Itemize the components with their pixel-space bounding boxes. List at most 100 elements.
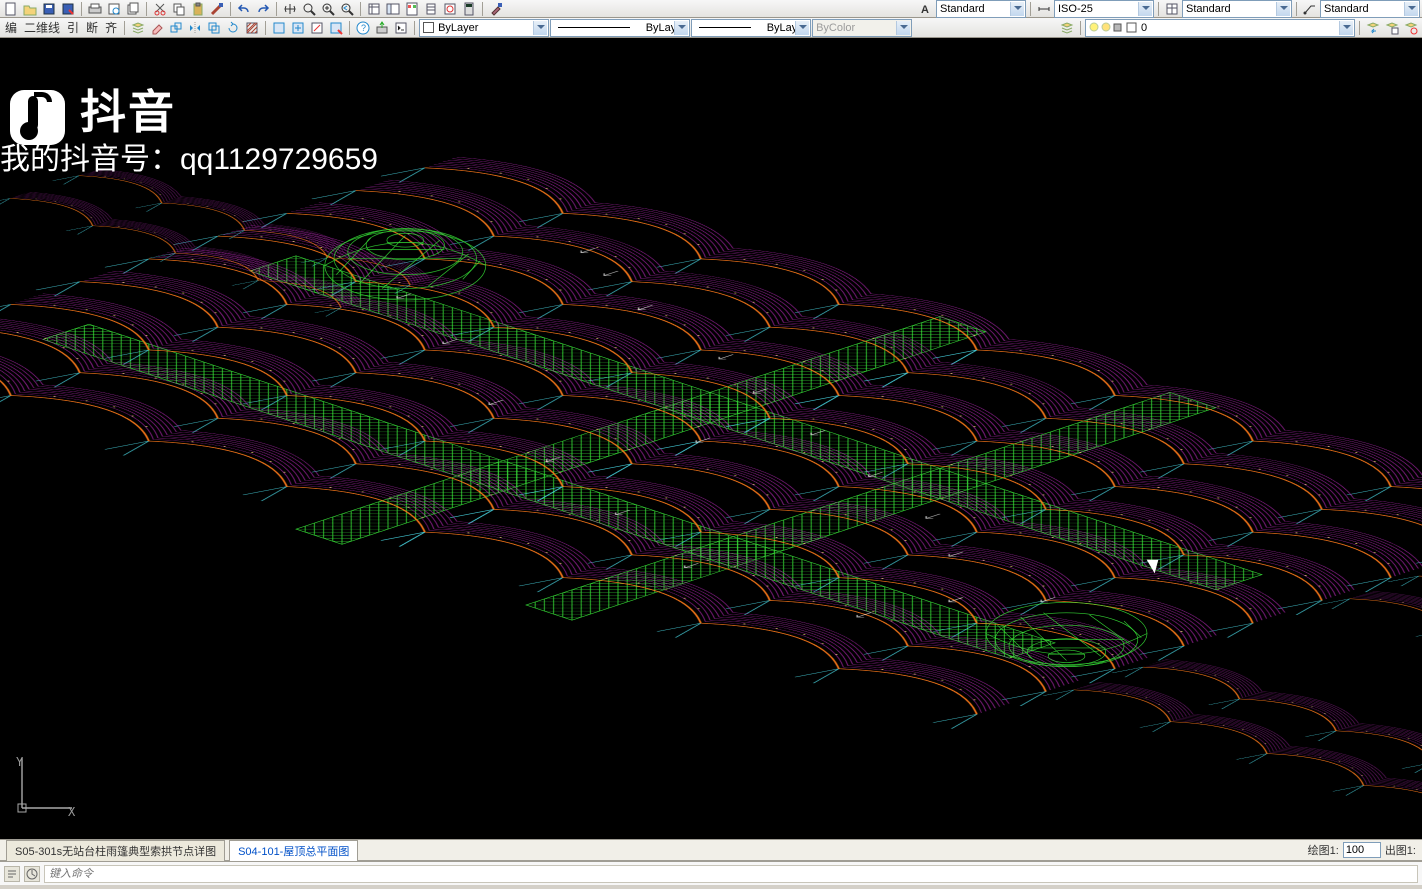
toolbar-separator: [1359, 21, 1360, 35]
script-icon[interactable]: [392, 20, 410, 36]
open-icon[interactable]: [21, 1, 39, 17]
layer-status-icons: [1089, 21, 1141, 34]
text-style-combo[interactable]: Standard: [936, 0, 1026, 18]
command-history-icon[interactable]: [4, 866, 20, 882]
plot-output-label: 出图1:: [1385, 842, 1416, 858]
toolbar-separator: [81, 2, 82, 16]
xref-icon[interactable]: [308, 20, 326, 36]
design-center-icon[interactable]: [384, 1, 402, 17]
copy-obj-icon[interactable]: [167, 20, 185, 36]
toolbar-separator: [276, 2, 277, 16]
toolbar-separator: [482, 2, 483, 16]
sheet-set-icon[interactable]: [422, 1, 440, 17]
toolbar-separator: [265, 21, 266, 35]
text-style-icon[interactable]: A: [917, 1, 935, 17]
layer-previous-icon[interactable]: [1364, 20, 1382, 36]
ucs-x-label: X: [68, 805, 75, 819]
layout-tab-bar: S05-301s无站台柱雨篷典型索拱节点详图 S04-101-屋顶总平面图 绘图…: [0, 839, 1422, 861]
mouse-cursor-icon: [1150, 556, 1164, 576]
undo-icon[interactable]: [235, 1, 253, 17]
toolbar-separator: [146, 2, 147, 16]
block-icon[interactable]: [270, 20, 288, 36]
ucs-y-label: Y: [16, 755, 23, 769]
saveas-icon[interactable]: [59, 1, 77, 17]
pan-icon[interactable]: [281, 1, 299, 17]
toolbar-separator: [230, 2, 231, 16]
brush-icon[interactable]: [487, 1, 505, 17]
dim-style-combo[interactable]: ISO-25: [1054, 0, 1154, 18]
erase-icon[interactable]: [148, 20, 166, 36]
dim-style-value: ISO-25: [1058, 3, 1093, 15]
table-style-icon[interactable]: [1163, 1, 1181, 17]
layer-color-value: ByLayer: [438, 22, 478, 34]
paste-icon[interactable]: [189, 1, 207, 17]
toolbar-separator: [124, 21, 125, 35]
help-icon[interactable]: ?: [354, 20, 372, 36]
toolbar-separator: [1158, 2, 1159, 16]
toolbar-separator: [360, 2, 361, 16]
tool-palettes-icon[interactable]: [403, 1, 421, 17]
properties-icon[interactable]: [365, 1, 383, 17]
layer-color-combo[interactable]: ByLayer: [419, 19, 549, 37]
command-recent-icon[interactable]: [24, 866, 40, 882]
layer-states-icon[interactable]: [1383, 20, 1401, 36]
text-style-value: Standard: [940, 3, 985, 15]
mleader-style-combo[interactable]: Standard: [1320, 0, 1420, 18]
menu-char[interactable]: 齐: [102, 19, 120, 36]
wblock-icon[interactable]: [327, 20, 345, 36]
plot-icon[interactable]: [86, 1, 104, 17]
layer-manager-icon[interactable]: [1058, 20, 1076, 36]
command-bar: [0, 861, 1422, 885]
menu-char[interactable]: 编: [2, 19, 20, 36]
command-input[interactable]: [44, 865, 1418, 883]
toolbar-separator: [1030, 2, 1031, 16]
zoom-window-icon[interactable]: [319, 1, 337, 17]
table-style-value: Standard: [1186, 3, 1231, 15]
redo-icon[interactable]: [254, 1, 272, 17]
menu-char[interactable]: 断: [83, 19, 101, 36]
layer-isolate-icon[interactable]: [1402, 20, 1420, 36]
mleader-style-icon[interactable]: [1301, 1, 1319, 17]
zoom-previous-icon[interactable]: [338, 1, 356, 17]
toolbar-separator: [349, 21, 350, 35]
layout-tab-active[interactable]: S04-101-屋顶总平面图: [229, 840, 358, 861]
zoom-realtime-icon[interactable]: [300, 1, 318, 17]
toolbar-separator: [414, 21, 415, 35]
drawing-viewport[interactable]: 抖音 我的抖音号：qq1129729659 Y X: [0, 38, 1422, 839]
rotate-icon[interactable]: [224, 20, 242, 36]
toolbar-layers-row: 编 二维线 引 断 齐 ? ByLayer ByLayer ByLayer By…: [0, 18, 1422, 38]
toolbar-separator: [1080, 21, 1081, 35]
hatch-icon[interactable]: [243, 20, 261, 36]
linetype-sample-icon: [558, 27, 630, 28]
match-props-icon[interactable]: [208, 1, 226, 17]
appload-icon[interactable]: [373, 20, 391, 36]
plot-scale-controls: 绘图1: 出图1:: [1308, 842, 1416, 858]
plot-scale-input[interactable]: [1343, 842, 1381, 858]
copy-icon[interactable]: [170, 1, 188, 17]
offset-icon[interactable]: [205, 20, 223, 36]
layout-tab[interactable]: S05-301s无站台柱雨篷典型索拱节点详图: [6, 840, 225, 861]
menu-char[interactable]: 引: [64, 19, 82, 36]
mirror-icon[interactable]: [186, 20, 204, 36]
watermark-brand: 抖音: [80, 76, 176, 142]
markup-icon[interactable]: [441, 1, 459, 17]
layer-properties-icon[interactable]: [129, 20, 147, 36]
lineweight-sample-icon: [699, 27, 751, 28]
plotstyle-value: ByColor: [816, 22, 855, 34]
table-style-combo[interactable]: Standard: [1182, 0, 1292, 18]
save-icon[interactable]: [40, 1, 58, 17]
insert-icon[interactable]: [289, 20, 307, 36]
publish-icon[interactable]: [124, 1, 142, 17]
layer-current-combo[interactable]: 0: [1085, 19, 1355, 37]
quickcalc-icon[interactable]: [460, 1, 478, 17]
menu-char[interactable]: 二维线: [21, 19, 63, 36]
lineweight-combo[interactable]: ByLayer: [691, 19, 811, 37]
dim-style-icon[interactable]: [1035, 1, 1053, 17]
cut-icon[interactable]: [151, 1, 169, 17]
linetype-combo[interactable]: ByLayer: [550, 19, 690, 37]
plotstyle-combo: ByColor: [812, 19, 912, 37]
plot-preview-icon[interactable]: [105, 1, 123, 17]
svg-text:?: ?: [361, 23, 366, 33]
mleader-style-value: Standard: [1324, 3, 1369, 15]
new-icon[interactable]: [2, 1, 20, 17]
